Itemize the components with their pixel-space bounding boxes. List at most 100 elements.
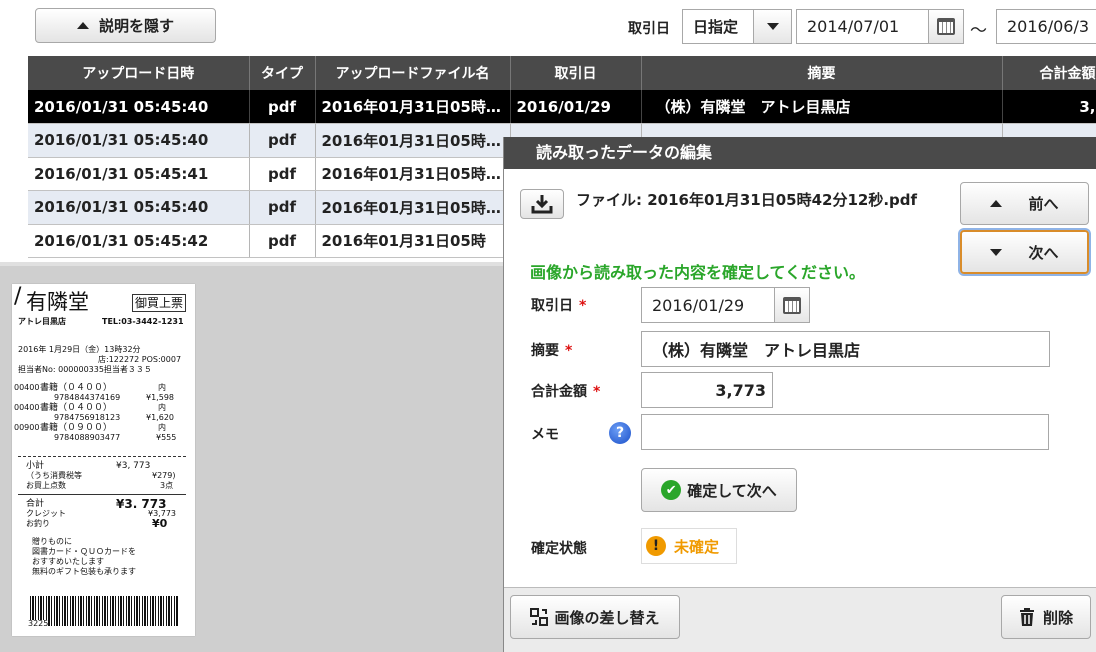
warning-icon: ! (646, 536, 666, 556)
cell-upload-datetime: 2016/01/31 05:45:40 (28, 90, 250, 124)
cell-type: pdf (249, 224, 316, 258)
trade-date-filter-label: 取引日 (628, 21, 670, 37)
receipt-image: / 有隣堂 御買上票 アトレ目黒店 TEL:03-3442-1231 2016年… (12, 284, 195, 636)
receipt-footer-number: 3225 (28, 619, 49, 628)
summary-input[interactable]: （株）有隣堂 アトレ目黒店 (641, 331, 1050, 367)
cell-upload-datetime: 2016/01/31 05:45:40 (28, 123, 250, 158)
date-from-input[interactable]: 2014/07/01 (796, 9, 929, 44)
receipt-credit-label: クレジット (26, 509, 66, 518)
status-value: 未確定 (674, 537, 720, 556)
date-to-input[interactable]: 2016/06/3 (996, 9, 1096, 44)
download-button[interactable] (520, 189, 564, 219)
confirm-next-button[interactable]: ✔ 確定して次へ (641, 468, 797, 512)
cell-filename: 2016年01月31日05時… (315, 190, 511, 225)
receipt-item-price: ¥1,620 (146, 413, 174, 422)
memo-input[interactable] (641, 414, 1049, 450)
shop-logo-icon: / (14, 284, 22, 309)
receipt-divider (18, 456, 186, 457)
dropdown-arrow-icon[interactable] (753, 10, 791, 43)
table-row[interactable]: 2016/01/31 05:45:40 pdf 2016年01月31日05時… … (28, 90, 1096, 124)
receipt-tel: TEL:03-3442-1231 (102, 317, 184, 326)
col-header-upload-datetime[interactable]: アップロード日時 (28, 56, 250, 90)
triangle-up-icon (76, 22, 89, 29)
receipt-item-name: 書籍（０４００） (40, 403, 113, 413)
dialog-title: 読み取ったデータの編集 (504, 137, 1096, 169)
hide-description-button[interactable]: 説明を隠す (35, 8, 216, 43)
receipt-change-label: お釣り (26, 519, 50, 528)
cell-filename: 2016年01月31日05時… (315, 123, 511, 158)
receipt-item-price: ¥1,598 (146, 393, 174, 402)
date-range-separator: 〜 (970, 21, 987, 41)
date-from-value: 2014/07/01 (807, 17, 900, 36)
cell-upload-datetime: 2016/01/31 05:45:40 (28, 190, 250, 225)
receipt-message: 無料のギフト包装も承ります (32, 567, 136, 576)
cell-trade-date: 2016/01/29 (510, 90, 642, 124)
date-to-value: 2016/06/3 (1007, 17, 1090, 36)
trash-icon (1019, 608, 1034, 626)
date-mode-value: 日指定 (693, 18, 739, 36)
instruction-text: 画像から読み取った内容を確定してください。 (530, 263, 866, 282)
trade-date-label: 取引日 * (531, 298, 587, 314)
receipt-subtotal-label: 小計 (26, 461, 45, 471)
receipt-message: 贈りものに (32, 537, 72, 546)
summary-value: （株）有隣堂 アトレ目黒店 (652, 341, 861, 360)
replace-image-label: 画像の差し替え (554, 608, 660, 627)
receipt-item-code: 00900 (14, 423, 40, 432)
prev-label: 前へ (1028, 195, 1059, 213)
cell-filename: 2016年01月31日05時 (315, 224, 511, 258)
cell-type: pdf (249, 157, 316, 191)
date-mode-select[interactable]: 日指定 (682, 9, 792, 44)
table-header-row: アップロード日時 タイプ アップロードファイル名 取引日 摘要 合計金額 (28, 56, 1096, 90)
receipt-item-code: 00400 (14, 403, 40, 412)
triangle-up-icon (990, 200, 1003, 207)
receipt-line: 2016年 1月29日（金）13時32分 (18, 345, 141, 354)
receipt-stamp: 御買上票 (132, 294, 187, 312)
col-header-filename[interactable]: アップロードファイル名 (315, 56, 511, 90)
next-button[interactable]: 次へ (960, 230, 1089, 274)
delete-label: 削除 (1042, 608, 1073, 627)
status-badge: ! 未確定 (641, 528, 737, 564)
summary-label: 摘要 * (531, 343, 573, 359)
receipt-item-name: 書籍（０４００） (40, 383, 113, 393)
calendar-icon[interactable] (928, 9, 964, 44)
col-header-trade-date[interactable]: 取引日 (510, 56, 642, 90)
receipt-total-label: 合計 (26, 499, 45, 509)
trade-date-input[interactable]: 2016/01/29 (641, 287, 775, 323)
calendar-icon[interactable] (774, 287, 810, 323)
receipt-item-isbn: 9784756918123 (54, 413, 121, 422)
cell-total: 3, (1002, 90, 1096, 124)
receipt-line: 店:122272 POS:0007 (98, 355, 182, 364)
help-icon[interactable]: ? (609, 422, 631, 444)
replace-image-button[interactable]: 画像の差し替え (510, 595, 680, 639)
receipt-count-label: お買上点数 (26, 481, 66, 490)
receipt-message: おすすめいたします (32, 557, 104, 566)
receipt-item-tax: 内 (158, 403, 166, 412)
receipt-tax: ¥279) (152, 471, 176, 480)
amount-value: 3,773 (715, 380, 766, 400)
receipt-line: 担当者No: 000000335担当者３３５ (18, 365, 152, 374)
status-label: 確定状態 (531, 541, 587, 557)
receipt-item-isbn: 9784844374169 (54, 393, 121, 402)
col-header-total[interactable]: 合計金額 (1002, 56, 1096, 90)
receipt-count: 3点 (160, 481, 174, 490)
barcode (30, 596, 178, 626)
amount-label: 合計金額 * (531, 384, 601, 400)
receipt-shop-name: 有隣堂 (26, 290, 89, 314)
edit-dialog: 読み取ったデータの編集 ファイル: 2016年01月31日05時42分12秒.p… (503, 137, 1096, 652)
cell-type: pdf (249, 123, 316, 158)
delete-button[interactable]: 削除 (1001, 595, 1091, 639)
cell-upload-datetime: 2016/01/31 05:45:41 (28, 157, 250, 191)
receipt-change: ¥0 (152, 517, 168, 530)
cell-filename: 2016年01月31日05時… (315, 157, 511, 191)
amount-input[interactable]: 3,773 (641, 372, 773, 408)
receipt-image-viewer: / 有隣堂 御買上票 アトレ目黒店 TEL:03-3442-1231 2016年… (0, 262, 503, 652)
check-circle-icon: ✔ (661, 480, 682, 500)
receipt-item-tax: 内 (158, 383, 166, 392)
receipt-tax-label: （うち消費税等 (26, 471, 82, 480)
prev-button[interactable]: 前へ (960, 182, 1089, 225)
col-header-type[interactable]: タイプ (249, 56, 316, 90)
cell-type: pdf (249, 190, 316, 225)
col-header-summary[interactable]: 摘要 (641, 56, 1003, 90)
toolbar: 説明を隠す 取引日 日指定 2014/07/01 〜 2016/06/3 (0, 0, 1096, 56)
cell-upload-datetime: 2016/01/31 05:45:42 (28, 224, 250, 258)
